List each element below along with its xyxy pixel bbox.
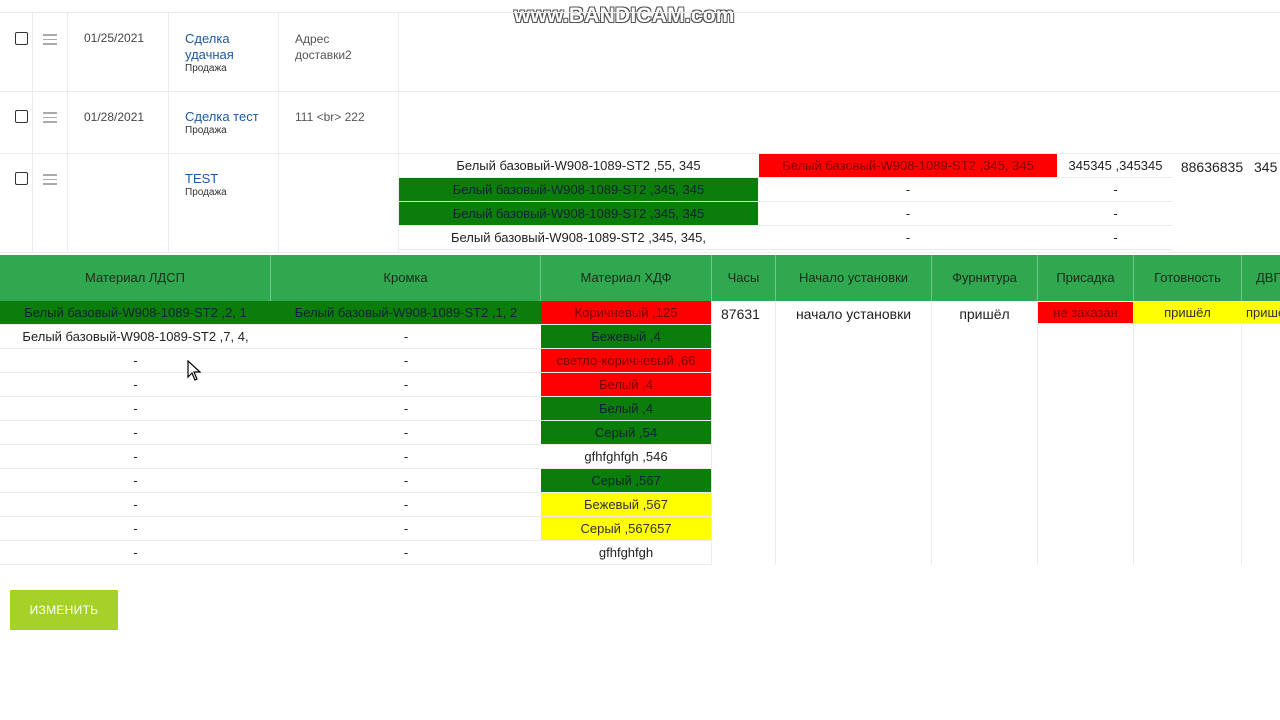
detail-cell: -	[759, 226, 1057, 250]
hdf-cell: Белый ,4	[541, 397, 711, 421]
detail-cell: -	[759, 178, 1057, 202]
detail-cell: 345345 ,345345	[1058, 154, 1173, 178]
hdf-cell: Бежевый ,567	[541, 493, 711, 517]
row-checkbox[interactable]	[15, 172, 28, 185]
kromka-cell: -	[271, 349, 541, 373]
detail-cell: -	[1058, 178, 1173, 202]
furniture-cell: пришёл	[959, 306, 1010, 322]
kromka-cell: -	[271, 397, 541, 421]
deal-link[interactable]: Сделка удачная	[185, 31, 273, 63]
hdf-cell: светло-коричневый ,66	[541, 349, 711, 373]
hdf-cell: Белый ,4	[541, 373, 711, 397]
detail-cell: Белый базовый-W908-1089-ST2 ,55, 345	[399, 154, 758, 178]
header-start[interactable]: Начало установки	[776, 255, 932, 301]
mouse-pointer-icon	[187, 360, 201, 381]
header-furniture[interactable]: Фурнитура	[932, 255, 1038, 301]
hdf-cell: Бежевый ,4	[541, 325, 711, 349]
kromka-cell: -	[271, 373, 541, 397]
detail-cell: 88636835	[1174, 154, 1250, 178]
detail-cell: -	[1058, 202, 1173, 226]
detail-cell: 345	[1250, 154, 1280, 178]
deals-table: 01/25/2021 Сделка удачная Продажа Адрес …	[0, 12, 1280, 253]
table-row[interactable]: 01/25/2021 Сделка удачная Продажа Адрес …	[0, 13, 1280, 92]
ldsp-cell: Белый базовый-W908-1089-ST2 ,2, 1	[0, 301, 271, 325]
kromka-cell: -	[271, 517, 541, 541]
header-readiness[interactable]: Готовность	[1134, 255, 1242, 301]
drag-handle-icon[interactable]	[43, 34, 57, 48]
detail-cell: Белый базовый-W908-1089-ST2 ,345, 345	[399, 202, 758, 226]
header-dvp[interactable]: ДВП	[1242, 255, 1280, 301]
deal-type: Продажа	[185, 63, 227, 74]
deal-address: 111 <br> 222	[295, 110, 365, 124]
hours-cell: 87631	[721, 306, 760, 322]
ldsp-cell: -	[0, 349, 271, 373]
edit-button[interactable]: ИЗМЕНИТЬ	[10, 590, 118, 630]
kromka-cell: -	[271, 541, 541, 565]
deal-link[interactable]: Сделка тест	[185, 109, 285, 125]
header-kromka[interactable]: Кромка	[271, 255, 541, 301]
kromka-cell: -	[271, 445, 541, 469]
deal-date: 01/25/2021	[84, 31, 145, 45]
drag-handle-icon[interactable]	[43, 112, 57, 126]
hdf-cell: Серый ,567657	[541, 517, 711, 541]
materials-table-header: Материал ЛДСП Кромка Материал ХДФ Часы Н…	[0, 255, 1280, 301]
ldsp-cell: -	[0, 541, 271, 565]
hdf-cell: Коричневый ,125	[541, 301, 711, 325]
hdf-cell: Серый ,567	[541, 469, 711, 493]
kromka-cell: -	[271, 325, 541, 349]
dvp-cell: пришёл	[1242, 302, 1280, 324]
kromka-cell: -	[271, 421, 541, 445]
header-ldsp[interactable]: Материал ЛДСП	[0, 255, 271, 301]
ldsp-cell: -	[0, 445, 271, 469]
prisadka-cell: не заказан	[1038, 302, 1133, 324]
hdf-cell: gfhfghfgh ,546	[541, 445, 711, 469]
kromka-cell: -	[271, 493, 541, 517]
deal-type: Продажа	[185, 125, 227, 136]
ldsp-cell: -	[0, 469, 271, 493]
header-prisadka[interactable]: Присадка	[1038, 255, 1134, 301]
readiness-cell: пришёл	[1134, 302, 1241, 324]
detail-cell: Белый базовый-W908-1089-ST2 ,345, 345,	[399, 226, 758, 250]
kromka-cell: -	[271, 469, 541, 493]
ldsp-cell: -	[0, 517, 271, 541]
kromka-cell: Белый базовый-W908-1089-ST2 ,1, 2	[271, 301, 541, 325]
hdf-cell: Серый ,54	[541, 421, 711, 445]
deal-type: Продажа	[185, 187, 227, 198]
detail-cell: Белый базовый-W908-1089-ST2 ,345, 345	[399, 178, 758, 202]
deal-address: Адрес доставки2	[295, 32, 352, 62]
table-row[interactable]: 01/28/2021 Сделка тест Продажа 111 <br> …	[0, 92, 1280, 154]
ldsp-cell: -	[0, 421, 271, 445]
ldsp-cell: -	[0, 373, 271, 397]
row-checkbox[interactable]	[15, 110, 28, 123]
drag-handle-icon[interactable]	[43, 174, 57, 188]
header-hours[interactable]: Часы	[712, 255, 776, 301]
ldsp-cell: Белый базовый-W908-1089-ST2 ,7, 4,	[0, 325, 271, 349]
ldsp-cell: -	[0, 493, 271, 517]
deal-date: 01/28/2021	[84, 110, 145, 124]
deal-link[interactable]: TEST	[185, 171, 273, 187]
ldsp-cell: -	[0, 397, 271, 421]
detail-cell: -	[1058, 226, 1173, 250]
hdf-cell: gfhfghfgh	[541, 541, 711, 565]
row-checkbox[interactable]	[15, 32, 28, 45]
detail-cell: -	[759, 202, 1057, 226]
header-hdf[interactable]: Материал ХДФ	[541, 255, 712, 301]
install-start-cell: начало установки	[795, 306, 912, 322]
detail-cell: Белый базовый-W908-1089-ST2 ,345, 345	[759, 154, 1057, 178]
